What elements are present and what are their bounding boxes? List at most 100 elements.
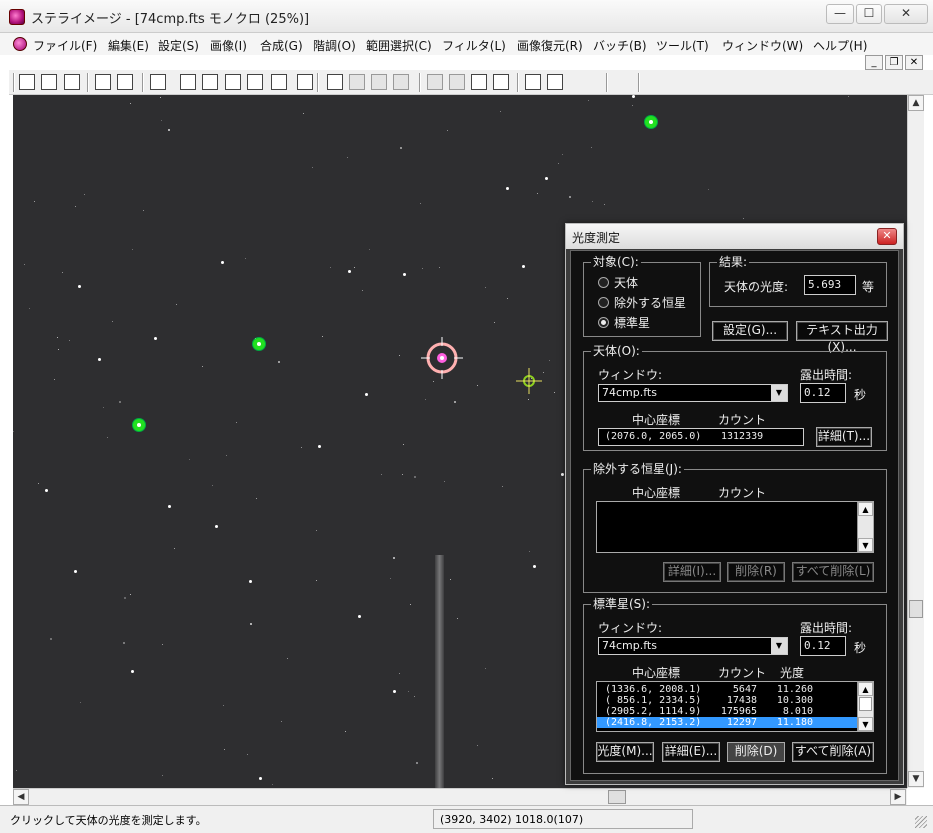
toolbar-separator: [638, 73, 640, 92]
close-button[interactable]: ✕: [884, 4, 928, 24]
settings-button[interactable]: 設定(G)...: [712, 321, 788, 341]
stack-icon[interactable]: [247, 74, 263, 90]
filter-icon[interactable]: [393, 74, 409, 90]
standard-delete-button[interactable]: 削除(D): [727, 742, 785, 762]
scroll-left-arrow[interactable]: ◀: [13, 789, 29, 805]
menu-item-1[interactable]: 編集(E): [108, 37, 149, 54]
resize-grip[interactable]: [915, 816, 927, 828]
menu-item-10[interactable]: ツール(T): [656, 37, 709, 54]
doc-close-button[interactable]: ✕: [905, 55, 923, 70]
align-icon[interactable]: [271, 74, 287, 90]
object-detail-button[interactable]: 詳細(T)...: [816, 427, 872, 447]
standard-list-row[interactable]: (2416.8, 2153.2) 12297 11.180: [597, 717, 857, 728]
print-icon[interactable]: [64, 74, 80, 90]
star: [318, 445, 321, 448]
excluded-list-scrollbar[interactable]: ▲ ▼: [857, 502, 873, 552]
object-exposure-input[interactable]: 0.12: [800, 383, 846, 403]
list-scroll-up-arrow[interactable]: ▲: [858, 502, 873, 516]
scroll-up-arrow[interactable]: ▲: [908, 95, 924, 111]
menu-item-3[interactable]: 画像(I): [210, 37, 247, 54]
star: [212, 485, 213, 486]
vertical-scrollbar[interactable]: ▲ ▼: [907, 95, 924, 788]
row-count: 175965: [720, 706, 757, 717]
info-icon[interactable]: [150, 74, 166, 90]
measure-icon[interactable]: [493, 74, 509, 90]
ruler-icon[interactable]: [327, 74, 343, 90]
photometry-icon[interactable]: [371, 74, 387, 90]
horizontal-scroll-thumb[interactable]: [608, 790, 626, 804]
level-icon[interactable]: [180, 74, 196, 90]
vertical-scroll-thumb[interactable]: [909, 600, 923, 618]
menu-item-5[interactable]: 階調(O): [313, 37, 356, 54]
star-icon[interactable]: [349, 74, 365, 90]
standard-window-select[interactable]: 74cmp.fts ▼: [598, 637, 788, 655]
radio-excluded[interactable]: [598, 297, 609, 308]
star: [529, 551, 530, 552]
star: [362, 290, 363, 291]
excluded-list[interactable]: ▲ ▼: [596, 501, 874, 553]
paste-icon[interactable]: [117, 74, 133, 90]
object-window-select[interactable]: 74cmp.fts ▼: [598, 384, 788, 402]
excluded-delete-all-button[interactable]: すべて削除(L): [792, 562, 874, 582]
object-group-label: 天体(O):: [591, 344, 642, 358]
standard-mag-button[interactable]: 光度(M)...: [596, 742, 654, 762]
histogram-icon[interactable]: [202, 74, 218, 90]
menu-item-0[interactable]: ファイル(F): [33, 37, 97, 54]
menu-item-6[interactable]: 範囲選択(C): [366, 37, 432, 54]
excluded-detail-button[interactable]: 詳細(I)...: [663, 562, 721, 582]
standard-detail-button[interactable]: 詳細(E)...: [662, 742, 720, 762]
chevron-down-icon[interactable]: ▼: [771, 638, 787, 654]
radio-standard[interactable]: [598, 317, 609, 328]
scroll-right-arrow[interactable]: ▶: [890, 789, 906, 805]
list-scroll-up-arrow[interactable]: ▲: [858, 682, 873, 696]
copy-icon[interactable]: [95, 74, 111, 90]
standard-list-row[interactable]: ( 856.1, 2334.5) 17438 10.300: [597, 695, 857, 706]
doc-restore-button[interactable]: ❐: [885, 55, 903, 70]
star: [477, 385, 478, 386]
star: [561, 473, 564, 476]
list-scroll-thumb[interactable]: [859, 697, 872, 711]
dialog-title-bar[interactable]: 光度測定 ✕: [566, 224, 903, 249]
menu-item-8[interactable]: 画像復元(R): [517, 37, 583, 54]
document-icon[interactable]: [13, 37, 27, 51]
dialog-close-button[interactable]: ✕: [877, 228, 897, 245]
list-scroll-down-arrow[interactable]: ▼: [858, 538, 873, 552]
menu-item-4[interactable]: 合成(G): [260, 37, 303, 54]
zoom-icon[interactable]: [471, 74, 487, 90]
scroll-down-arrow[interactable]: ▼: [908, 771, 924, 787]
menu-item-12[interactable]: ヘルプ(H): [813, 37, 867, 54]
standard-mag-header: 光度: [780, 666, 805, 680]
standard-list-row[interactable]: (2905.2, 1114.9) 175965 8.010: [597, 706, 857, 717]
doc-minimize-button[interactable]: _: [865, 55, 883, 70]
target-icon[interactable]: [547, 74, 563, 90]
maximize-button[interactable]: ☐: [856, 4, 882, 24]
menu-item-9[interactable]: バッチ(B): [593, 37, 647, 54]
chevron-down-icon[interactable]: ▼: [771, 385, 787, 401]
star: [38, 483, 39, 484]
save-icon[interactable]: [41, 74, 57, 90]
result-group-label: 結果:: [717, 255, 750, 269]
standard-star-mark: [645, 116, 657, 128]
standard-delete-all-button[interactable]: すべて削除(A): [792, 742, 874, 762]
standard-list-row[interactable]: (1336.6, 2008.1) 5647 11.260: [597, 684, 857, 695]
standard-list[interactable]: ▲ ▼ (1336.6, 2008.1) 5647 11.260( 856.1, 2…: [596, 681, 874, 732]
mask-icon[interactable]: [449, 74, 465, 90]
curve-icon[interactable]: [225, 74, 241, 90]
minimize-button[interactable]: —: [826, 4, 854, 24]
window-title: ステライメージ - [74cmp.fts モノクロ (25%)]: [31, 12, 310, 27]
standard-list-scrollbar[interactable]: ▲ ▼: [857, 682, 873, 731]
object-group: 天体(O): ウィンドウ: 74cmp.fts ▼ 露出時間: 0.12 秒 中…: [583, 344, 887, 451]
radio-object[interactable]: [598, 277, 609, 288]
menu-item-11[interactable]: ウィンドウ(W): [722, 37, 803, 54]
standard-exposure-input[interactable]: 0.12: [800, 636, 846, 656]
list-scroll-down-arrow[interactable]: ▼: [858, 717, 873, 731]
grid-icon[interactable]: [297, 74, 313, 90]
open-icon[interactable]: [19, 74, 35, 90]
excluded-delete-button[interactable]: 削除(R): [727, 562, 785, 582]
menu-item-2[interactable]: 設定(S): [158, 37, 199, 54]
sharpen-icon[interactable]: [427, 74, 443, 90]
horizontal-scrollbar[interactable]: ◀ ▶: [13, 788, 907, 805]
text-output-button[interactable]: テキスト出力(X)...: [796, 321, 888, 354]
crosshair-icon[interactable]: [525, 74, 541, 90]
menu-item-7[interactable]: フィルタ(L): [442, 37, 506, 54]
